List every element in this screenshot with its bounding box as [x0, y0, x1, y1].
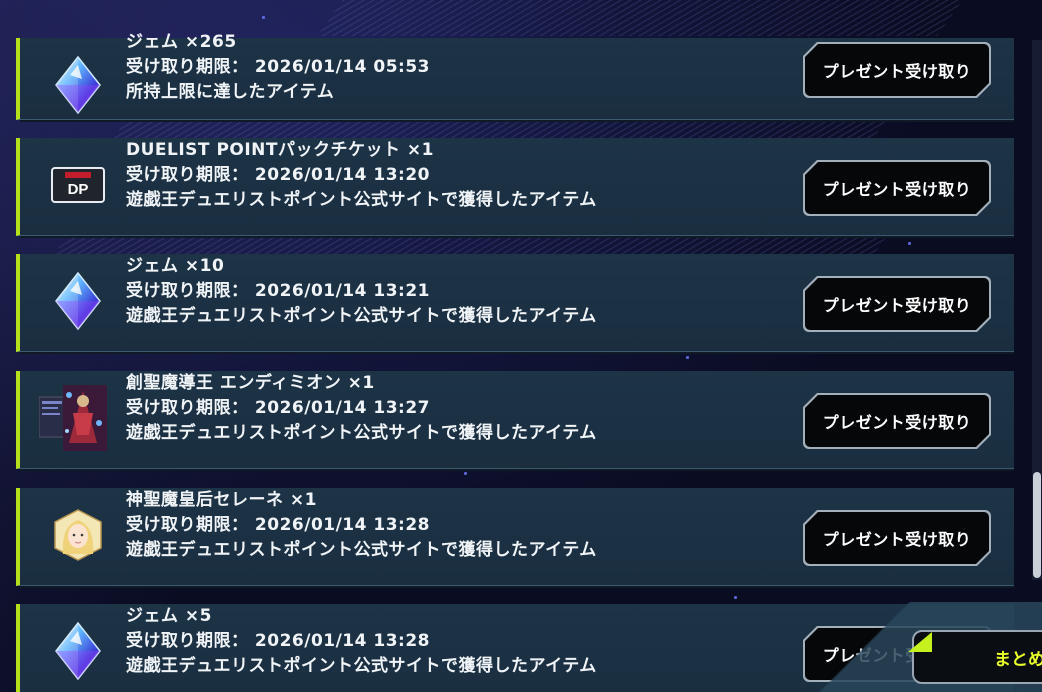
receive-present-button[interactable]: プレゼント受け取り	[803, 276, 991, 332]
item-source: 遊戯王デュエリストポイント公式サイトで獲得したアイテム	[126, 423, 597, 443]
gem-icon	[48, 52, 108, 118]
receive-present-label[interactable]: プレゼント受け取り	[805, 512, 989, 564]
item-name: DUELIST POINTパックチケット ×1	[126, 140, 434, 160]
present-item: ジェム ×265 受け取り期限： 2026/01/14 05:53 所持上限に達した…	[16, 32, 1014, 122]
item-deadline: 受け取り期限： 2026/01/14 13:20	[126, 165, 430, 185]
receive-present-label[interactable]: プレゼント受け取り	[805, 44, 989, 96]
item-source: 遊戯王デュエリストポイント公式サイトで獲得したアイテム	[126, 656, 597, 676]
item-source: 所持上限に達したアイテム	[126, 82, 335, 102]
item-deadline: 受け取り期限： 2026/01/14 13:21	[126, 281, 430, 301]
dp-ticket-icon: DP	[48, 152, 108, 218]
card-sleeve-icon	[38, 385, 110, 451]
item-deadline: 受け取り期限： 2026/01/14 13:28	[126, 631, 430, 651]
receive-present-button[interactable]: プレゼント受け取り	[803, 510, 991, 566]
item-deadline: 受け取り期限： 2026/01/14 05:53	[126, 57, 430, 77]
item-name: 創聖魔導王 エンディミオン ×1	[126, 373, 375, 393]
item-deadline: 受け取り期限： 2026/01/14 13:28	[126, 515, 430, 535]
gem-icon	[48, 268, 108, 334]
item-details: ジェム ×10 受け取り期限： 2026/01/14 13:21 遊戯王デュエリスト…	[126, 254, 597, 329]
scrollbar[interactable]	[1032, 40, 1042, 580]
receive-present-label[interactable]: プレゼント受け取り	[805, 278, 989, 330]
receive-present-button[interactable]: プレゼント受け取り	[803, 160, 991, 216]
present-list: ジェム ×265 受け取り期限： 2026/01/14 05:53 所持上限に達した…	[0, 0, 1030, 692]
item-details: 創聖魔導王 エンディミオン ×1 受け取り期限： 2026/01/14 13:27…	[126, 371, 597, 446]
item-details: 神聖魔皇后セレーネ ×1 受け取り期限： 2026/01/14 13:28 遊戯王デ…	[126, 488, 597, 563]
scrollbar-thumb[interactable]	[1033, 472, 1041, 578]
item-name: ジェム ×10	[126, 256, 225, 276]
receive-present-label[interactable]: プレゼント受け取り	[805, 395, 989, 447]
item-details: ジェム ×5 受け取り期限： 2026/01/14 13:28 遊戯王デュエリストポ…	[126, 604, 597, 679]
item-name: ジェム ×265	[126, 32, 237, 52]
item-source: 遊戯王デュエリストポイント公式サイトで獲得したアイテム	[126, 306, 597, 326]
item-deadline: 受け取り期限： 2026/01/14 13:27	[126, 398, 430, 418]
item-source: 遊戯王デュエリストポイント公式サイトで獲得したアイテム	[126, 190, 597, 210]
item-name: ジェム ×5	[126, 606, 212, 626]
avatar-icon	[48, 502, 108, 568]
present-item: 創聖魔導王 エンディミオン ×1 受け取り期限： 2026/01/14 13:27…	[16, 371, 1014, 471]
gem-icon	[48, 618, 108, 684]
receive-present-button[interactable]: プレゼント受け取り	[803, 42, 991, 98]
receive-present-button[interactable]: プレゼント受け取り	[803, 393, 991, 449]
item-source: 遊戯王デュエリストポイント公式サイトで獲得したアイテム	[126, 540, 597, 560]
svg-text:DP: DP	[68, 181, 89, 198]
item-details: ジェム ×265 受け取り期限： 2026/01/14 05:53 所持上限に達した…	[126, 30, 430, 105]
receive-present-label[interactable]: プレゼント受け取り	[805, 162, 989, 214]
present-item: DP DUELIST POINTパックチケット ×1 受け取り期限： 2026/0…	[16, 138, 1014, 238]
item-details: DUELIST POINTパックチケット ×1 受け取り期限： 2026/01/1…	[126, 138, 597, 213]
present-item: 神聖魔皇后セレーネ ×1 受け取り期限： 2026/01/14 13:28 遊戯王デ…	[16, 488, 1014, 588]
present-item: ジェム ×10 受け取り期限： 2026/01/14 13:21 遊戯王デュエリスト…	[16, 254, 1014, 354]
item-name: 神聖魔皇后セレーネ ×1	[126, 490, 317, 510]
